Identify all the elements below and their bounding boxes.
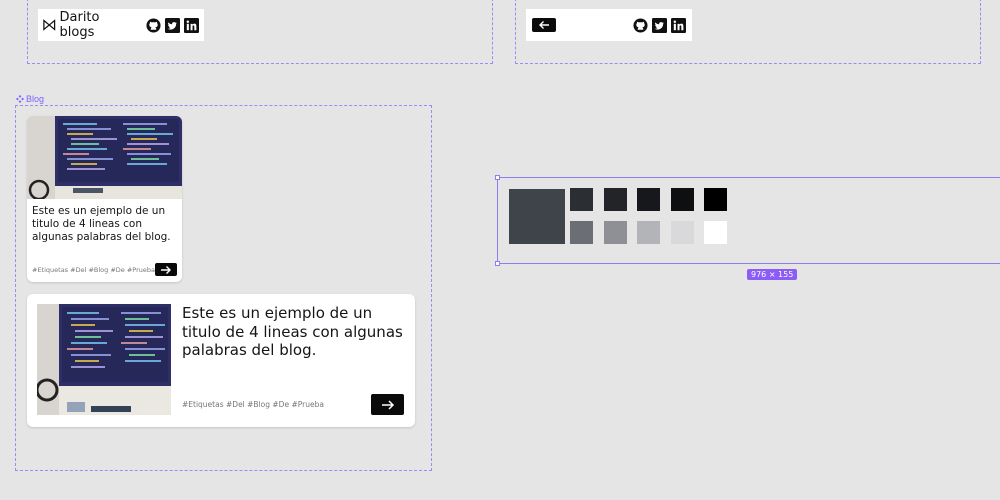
github-icon[interactable] <box>633 17 648 33</box>
linkedin-icon[interactable] <box>184 17 199 33</box>
selection-handle-bottom-left[interactable] <box>495 261 500 266</box>
color-swatch-light-4[interactable] <box>670 221 694 244</box>
color-swatch-light-2[interactable] <box>603 221 627 244</box>
card-title[interactable]: Este es un ejemplo de un titulo de 4 lin… <box>182 304 407 360</box>
color-swatch-dark-5[interactable] <box>704 188 727 211</box>
blog-card-small[interactable]: Este es un ejemplo de un titulo de 4 lin… <box>27 116 182 282</box>
brand[interactable]: Darito blogs <box>43 10 130 40</box>
color-swatch-primary[interactable] <box>509 189 565 244</box>
back-button[interactable] <box>532 18 556 32</box>
linkedin-icon[interactable] <box>671 17 686 33</box>
color-swatch-light-1[interactable] <box>570 221 593 244</box>
twitter-icon[interactable] <box>165 17 180 33</box>
card-tags: #Etiquetas #Del #Blog #De #Prueba <box>32 265 156 274</box>
read-more-button[interactable] <box>371 394 404 415</box>
header-desktop: Darito blogs <box>38 9 204 41</box>
header-mobile <box>526 9 692 41</box>
card-tags: #Etiquetas #Del #Blog #De #Prueba <box>182 400 324 409</box>
arrow-right-icon <box>381 399 394 410</box>
code-monitor-image <box>27 116 182 199</box>
component-icon <box>16 95 24 103</box>
blog-frame-label-text: Blog <box>26 94 45 104</box>
blog-frame-label[interactable]: Blog <box>16 94 44 104</box>
color-swatch-light-5[interactable] <box>704 221 727 244</box>
brand-name: Darito blogs <box>59 10 100 40</box>
read-more-button[interactable] <box>155 263 177 276</box>
size-badge: 976 × 155 <box>747 269 798 280</box>
color-swatch-dark-1[interactable] <box>570 188 593 211</box>
twitter-icon[interactable] <box>652 17 667 33</box>
bowtie-logo-icon <box>43 19 56 31</box>
card-title[interactable]: Este es un ejemplo de un titulo de 4 lin… <box>32 205 177 244</box>
color-swatch-dark-4[interactable] <box>670 188 694 211</box>
color-swatch-light-3[interactable] <box>637 221 660 244</box>
github-icon[interactable] <box>146 17 161 33</box>
blog-card-large[interactable]: Este es un ejemplo de un titulo de 4 lin… <box>27 294 415 427</box>
color-swatch-dark-3[interactable] <box>637 188 660 211</box>
color-swatch-dark-2[interactable] <box>603 188 627 211</box>
arrow-right-icon <box>161 265 171 274</box>
code-monitor-image <box>37 304 171 415</box>
selection-handle-top-left[interactable] <box>495 175 500 180</box>
arrow-left-icon <box>539 21 549 29</box>
